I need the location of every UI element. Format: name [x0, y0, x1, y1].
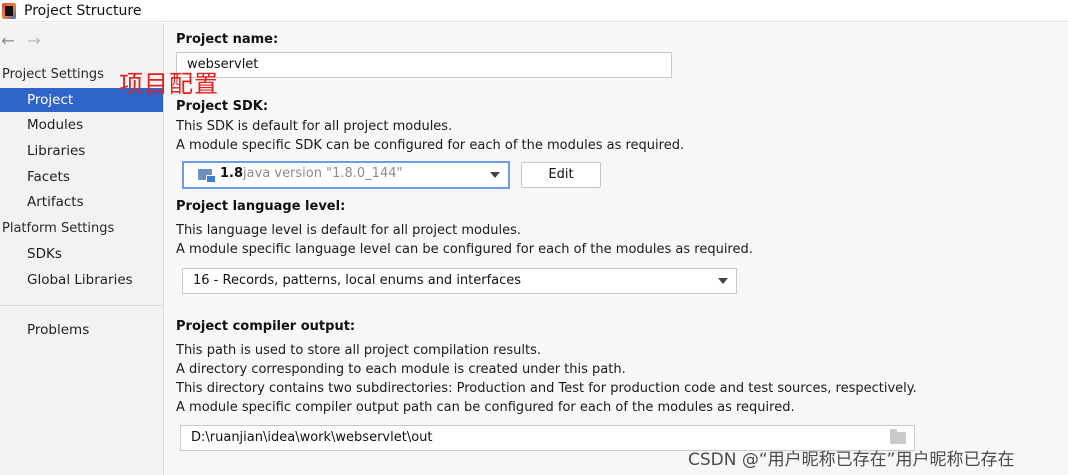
project-sdk-desc-2: A module specific SDK can be configured … [176, 138, 685, 153]
sidebar-item-sdks[interactable]: SDKs [0, 242, 163, 266]
language-level-desc-2: A module specific language level can be … [176, 242, 753, 257]
project-sdk-dropdown[interactable]: 1.8 java version "1.8.0_144" [182, 161, 510, 189]
nav-arrows: ← → [0, 31, 42, 50]
platform-settings-label: Platform Settings [2, 221, 115, 236]
title-bar: Project Structure [0, 0, 1068, 22]
compiler-output-desc-1: This path is used to store all project c… [176, 343, 541, 358]
sidebar-item-problems[interactable]: Problems [0, 318, 163, 342]
compiler-output-path: D:\ruanjian\idea\work\webservlet\out [191, 430, 433, 445]
window-title: Project Structure [24, 2, 142, 19]
intellij-app-icon [2, 2, 16, 19]
annotation-label: 项目配置 [119, 70, 219, 98]
compiler-output-desc-4: A module specific compiler output path c… [176, 400, 795, 415]
main-panel: Project name: webservlet Project SDK: Th… [165, 23, 1068, 475]
sdk-version: 1.8 [220, 166, 244, 181]
language-level-dropdown[interactable]: 16 - Records, patterns, local enums and … [182, 268, 737, 294]
chevron-down-icon [490, 172, 500, 178]
sdk-folder-icon [198, 169, 216, 183]
language-level-value: 16 - Records, patterns, local enums and … [193, 273, 522, 288]
sdk-edit-button[interactable]: Edit [521, 162, 601, 188]
compiler-output-desc-2: A directory corresponding to each module… [176, 362, 626, 377]
csdn-watermark: CSDN @“用户昵称已存在”用户昵称已存在 [688, 450, 1015, 470]
forward-arrow-icon[interactable]: → [26, 31, 42, 50]
sidebar-item-modules[interactable]: Modules [0, 113, 163, 137]
language-level-desc-1: This language level is default for all p… [176, 223, 521, 238]
sidebar-item-global-libraries[interactable]: Global Libraries [0, 268, 163, 292]
project-sdk-heading: Project SDK: [176, 99, 269, 114]
sdk-version-desc: java version "1.8.0_144" [243, 166, 403, 181]
sidebar-item-artifacts[interactable]: Artifacts [0, 190, 163, 214]
project-settings-label: Project Settings [2, 67, 104, 82]
compiler-output-heading: Project compiler output: [176, 319, 356, 334]
chevron-down-icon [718, 278, 728, 284]
back-arrow-icon[interactable]: ← [0, 31, 16, 50]
project-sdk-desc-1: This SDK is default for all project modu… [176, 119, 453, 134]
language-level-heading: Project language level: [176, 199, 346, 214]
sidebar-item-facets[interactable]: Facets [0, 165, 163, 189]
compiler-output-desc-3: This directory contains two subdirectori… [176, 381, 917, 396]
browse-folder-icon[interactable] [890, 429, 906, 444]
sidebar-item-libraries[interactable]: Libraries [0, 139, 163, 163]
project-name-heading: Project name: [176, 32, 279, 47]
sidebar-divider [0, 305, 163, 306]
project-name-input[interactable]: webservlet [176, 52, 672, 78]
